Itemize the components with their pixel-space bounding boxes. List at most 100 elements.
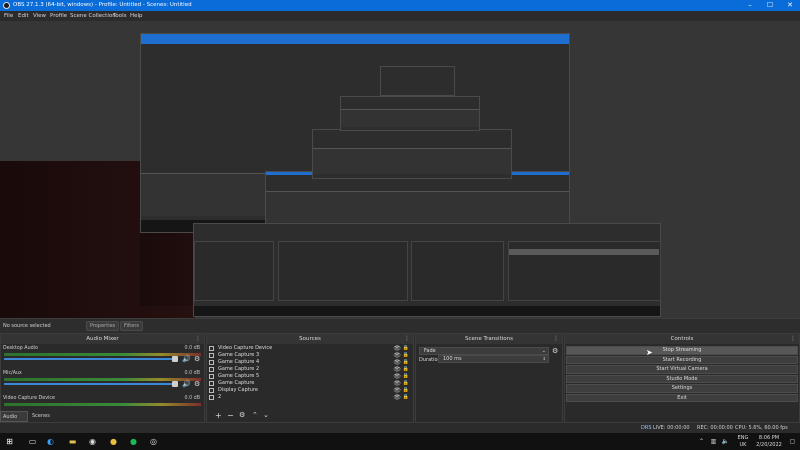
volume-icon[interactable]: 🔈 bbox=[720, 436, 731, 447]
source-item[interactable]: 2 👁 🔒 bbox=[209, 394, 411, 401]
filters-button[interactable]: Filters bbox=[120, 321, 143, 331]
mouse-cursor-icon: ➤ bbox=[646, 348, 653, 357]
move-up-icon[interactable]: ⌃ bbox=[252, 411, 258, 420]
dock-menu-icon[interactable]: ⋮ bbox=[789, 335, 797, 343]
gear-icon[interactable]: ⚙ bbox=[239, 411, 245, 420]
live-status: LIVE: 00:00:00 bbox=[653, 425, 690, 431]
volume-meter bbox=[4, 403, 201, 406]
duration-input[interactable]: 100 ms ⇕ bbox=[438, 355, 549, 363]
menu-tools[interactable]: Tools bbox=[113, 11, 127, 21]
eye-icon[interactable]: 👁 bbox=[393, 380, 401, 387]
speaker-icon[interactable]: 🔊 bbox=[182, 355, 191, 363]
lock-icon[interactable]: 🔒 bbox=[403, 345, 409, 352]
source-item[interactable]: Game Capture 👁 🔒 bbox=[209, 380, 411, 387]
lock-icon[interactable]: 🔒 bbox=[403, 366, 409, 373]
chevron-up-icon[interactable]: ⌃ bbox=[696, 436, 707, 447]
source-item[interactable]: Game Capture 2 👁 🔒 bbox=[209, 366, 411, 373]
task-view-icon[interactable]: ▭ bbox=[27, 436, 38, 447]
minimize-button[interactable]: – bbox=[740, 0, 760, 11]
preview-canvas[interactable] bbox=[0, 21, 800, 318]
dock-menu-icon[interactable]: ⋮ bbox=[403, 335, 411, 343]
exit-button[interactable]: Exit bbox=[566, 393, 798, 402]
gamepad-icon bbox=[209, 367, 214, 372]
channel-name: Desktop Audio bbox=[3, 346, 38, 351]
spotify-icon[interactable]: ● bbox=[128, 436, 139, 447]
obs-window: OBS 27.1.3 (64-bit, windows) - Profile: … bbox=[0, 0, 800, 450]
notification-icon[interactable]: ▢ bbox=[787, 436, 798, 447]
speaker-icon[interactable]: 🔊 bbox=[182, 380, 191, 388]
eye-icon[interactable]: 👁 bbox=[393, 345, 401, 352]
remove-icon[interactable]: − bbox=[227, 411, 234, 420]
transition-select[interactable]: Fade ⌄ bbox=[419, 347, 549, 355]
file-explorer-icon[interactable]: ▬ bbox=[67, 436, 78, 447]
source-item[interactable]: Game Capture 3 👁 🔒 bbox=[209, 352, 411, 359]
sources-title: Sources bbox=[207, 334, 413, 344]
menu-file[interactable]: File bbox=[4, 11, 13, 21]
volume-slider[interactable] bbox=[4, 358, 174, 360]
title-bar: OBS 27.1.3 (64-bit, windows) - Profile: … bbox=[0, 0, 800, 11]
lock-icon[interactable]: 🔒 bbox=[403, 380, 409, 387]
source-toolbar: No source selected Properties Filters bbox=[0, 318, 800, 333]
lock-icon[interactable]: 🔒 bbox=[403, 359, 409, 366]
nested-capture-frame bbox=[312, 129, 512, 179]
close-button[interactable]: ✕ bbox=[780, 0, 800, 11]
menu-scene-collection[interactable]: Scene Collection bbox=[70, 11, 116, 21]
mixer-channel: Mic/Aux 0.0 dB 🔊 ⚙ bbox=[2, 371, 203, 393]
move-down-icon[interactable]: ⌄ bbox=[263, 411, 269, 420]
maximize-button[interactable]: ☐ bbox=[760, 0, 780, 11]
channel-db: 0.0 dB bbox=[184, 346, 201, 351]
tab-audio-mixer[interactable]: Audio Mixer bbox=[0, 411, 28, 431]
stop-streaming-button[interactable]: Stop Streaming bbox=[566, 346, 798, 355]
network-icon[interactable]: ▥ bbox=[708, 436, 719, 447]
volume-slider-knob[interactable] bbox=[172, 356, 178, 362]
chrome-icon[interactable]: ● bbox=[108, 436, 119, 447]
eye-icon[interactable]: 👁 bbox=[393, 366, 401, 373]
volume-slider[interactable] bbox=[4, 383, 174, 385]
nested-capture-frame bbox=[265, 171, 570, 231]
source-item[interactable]: Game Capture 4 👁 🔒 bbox=[209, 359, 411, 366]
edge-icon[interactable]: ◐ bbox=[45, 436, 56, 447]
stepper-icon[interactable]: ⇕ bbox=[543, 356, 546, 362]
volume-slider-knob[interactable] bbox=[172, 381, 178, 387]
steam-icon[interactable]: ◉ bbox=[87, 436, 98, 447]
source-item[interactable]: Game Capture 5 👁 🔒 bbox=[209, 373, 411, 380]
menu-profile[interactable]: Profile bbox=[50, 11, 67, 21]
dock-menu-icon[interactable]: ⋮ bbox=[194, 335, 202, 343]
source-item[interactable]: Display Capture 👁 🔒 bbox=[209, 387, 411, 394]
gear-icon[interactable]: ⚙ bbox=[194, 355, 200, 363]
eye-icon[interactable]: 👁 bbox=[393, 352, 401, 359]
menu-edit[interactable]: Edit bbox=[18, 11, 29, 21]
monitor-icon bbox=[209, 388, 214, 393]
eye-icon[interactable]: 👁 bbox=[393, 373, 401, 380]
windows-start-icon[interactable]: ⊞ bbox=[4, 436, 15, 447]
menu-help[interactable]: Help bbox=[130, 11, 143, 21]
language-indicator[interactable]: ENG UK bbox=[733, 435, 753, 449]
lock-icon[interactable]: 🔒 bbox=[403, 373, 409, 380]
settings-button[interactable]: Settings bbox=[566, 384, 798, 393]
obs-taskbar-icon[interactable]: ◎ bbox=[148, 436, 159, 447]
add-icon[interactable]: + bbox=[215, 411, 222, 420]
channel-db: 0.0 dB bbox=[184, 396, 201, 401]
eye-icon[interactable]: 👁 bbox=[393, 359, 401, 366]
eye-icon[interactable]: 👁 bbox=[393, 394, 401, 401]
gamepad-icon bbox=[209, 374, 214, 379]
properties-button[interactable]: Properties bbox=[86, 321, 120, 331]
start-virtual-camera-button[interactable]: Start Virtual Camera bbox=[566, 365, 798, 374]
lock-icon[interactable]: 🔒 bbox=[403, 394, 409, 401]
source-item[interactable]: Video Capture Device 👁 🔒 bbox=[209, 345, 411, 352]
tab-scenes[interactable]: Scenes bbox=[30, 411, 52, 422]
clock[interactable]: 8:06 PM 2/20/2022 bbox=[753, 435, 785, 449]
eye-icon[interactable]: 👁 bbox=[393, 387, 401, 394]
lock-icon[interactable]: 🔒 bbox=[403, 352, 409, 359]
audio-mixer-dock: Audio Mixer ⋮ Desktop Audio 0.0 dB 🔊 ⚙ M… bbox=[0, 333, 205, 423]
dock-menu-icon[interactable]: ⋮ bbox=[552, 335, 560, 343]
gear-icon[interactable]: ⚙ bbox=[194, 380, 200, 388]
lock-icon[interactable]: 🔒 bbox=[403, 387, 409, 394]
controls-dock: Controls ⋮ Stop Streaming Start Recordin… bbox=[564, 333, 800, 423]
studio-mode-button[interactable]: Studio Mode bbox=[566, 374, 798, 383]
menu-view[interactable]: View bbox=[33, 11, 46, 21]
scene-transitions-title: Scene Transitions bbox=[416, 334, 562, 344]
channel-name: Video Capture Device bbox=[3, 396, 55, 401]
start-recording-button[interactable]: Start Recording bbox=[566, 355, 798, 364]
gear-icon[interactable]: ⚙ bbox=[552, 347, 558, 355]
